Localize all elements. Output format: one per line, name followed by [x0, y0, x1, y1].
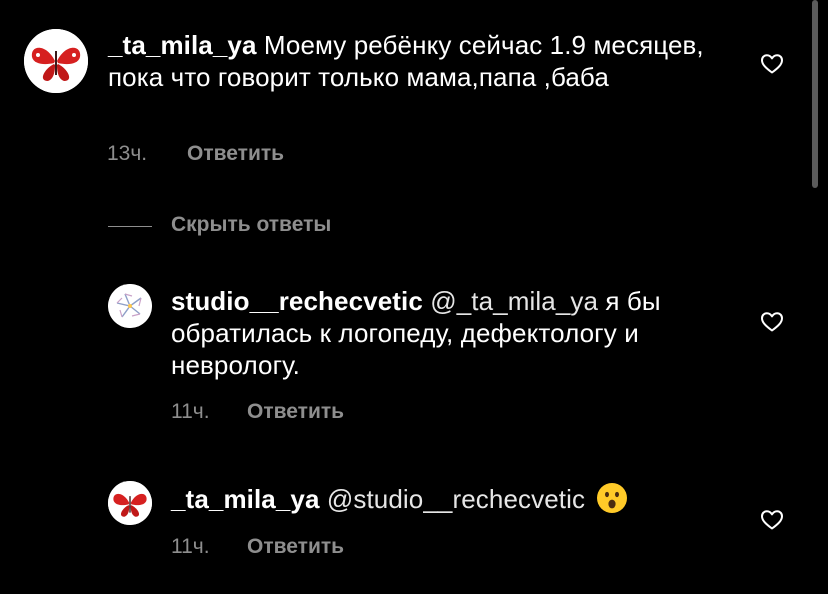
mention-link-3[interactable]: @studio__rechecvetic: [320, 484, 586, 514]
comment-time-2: 11ч.: [171, 400, 210, 423]
mention-link-2[interactable]: @_ta_mila_ya: [423, 286, 598, 316]
avatar-ta-mila-ya[interactable]: [108, 481, 152, 525]
comment-username-1[interactable]: _ta_mila_ya: [108, 30, 257, 60]
heart-outline-icon[interactable]: [760, 52, 784, 76]
comment-text-3: _ta_mila_ya @studio__rechecvetic 😮: [171, 482, 736, 515]
avatar-ta-mila-ya[interactable]: [24, 29, 88, 93]
avatar-studio-rechecvetic[interactable]: [108, 284, 152, 328]
reply-button-3[interactable]: Ответить: [247, 535, 344, 559]
butterfly-icon: [108, 481, 152, 525]
comment-text-2: studio__rechecvetic @_ta_mila_ya я бы об…: [171, 285, 736, 381]
hide-replies-button[interactable]: Скрыть ответы: [171, 213, 331, 237]
hide-replies-line: [108, 226, 152, 227]
reply-button-2[interactable]: Ответить: [247, 400, 344, 424]
comment-username-2[interactable]: studio__rechecvetic: [171, 286, 423, 316]
flower-logo-icon: [108, 284, 152, 328]
comment-text-1: _ta_mila_ya Моему ребёнку сейчас 1.9 мес…: [108, 29, 728, 93]
heart-outline-icon[interactable]: [760, 508, 784, 532]
surprised-face-emoji: [597, 483, 628, 513]
comment-time-3: 11ч.: [171, 535, 210, 558]
scrollbar[interactable]: [812, 0, 818, 188]
reply-button-1[interactable]: Ответить: [187, 142, 284, 166]
comment-username-3[interactable]: _ta_mila_ya: [171, 484, 320, 514]
butterfly-icon: [24, 29, 88, 93]
comment-time-1: 13ч.: [107, 142, 148, 165]
heart-outline-icon[interactable]: [760, 310, 784, 334]
